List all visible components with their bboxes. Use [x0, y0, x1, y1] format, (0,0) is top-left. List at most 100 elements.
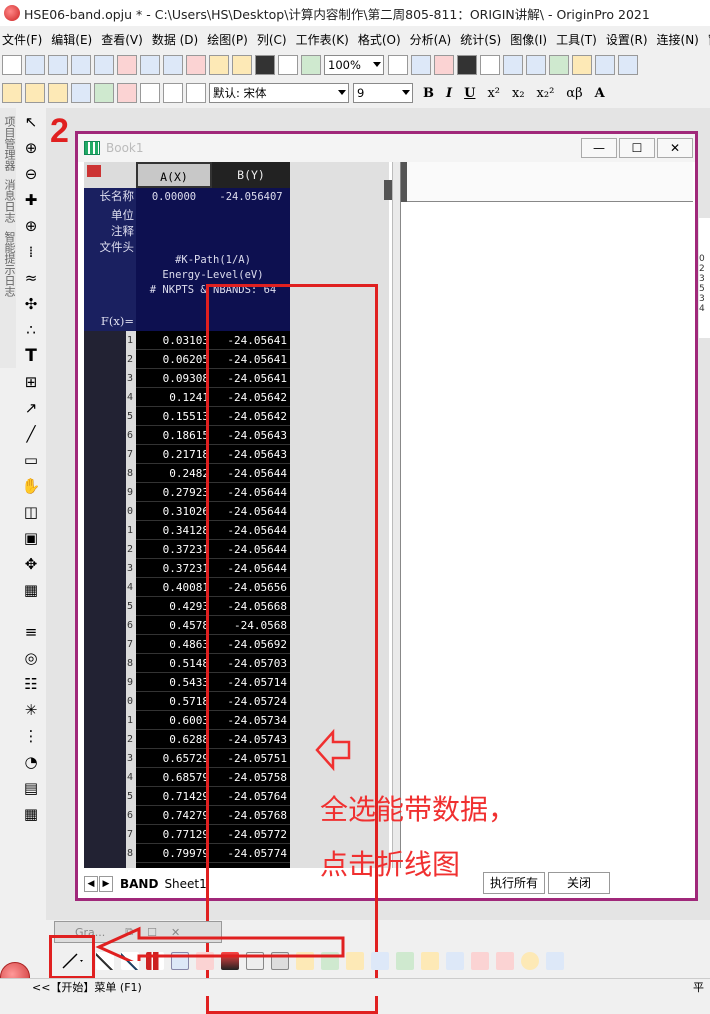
open-icon[interactable] [209, 55, 229, 75]
subscript-button[interactable]: x₂ [512, 86, 525, 101]
color-bar-icon[interactable]: ≡ [19, 620, 43, 644]
cell-b[interactable]: -24.05768 [212, 806, 290, 825]
row-header[interactable]: 8 [84, 464, 136, 483]
row-header[interactable]: 7 [84, 635, 136, 654]
cell-a[interactable]: 0.27923 [136, 483, 212, 502]
row-header[interactable]: 0 [84, 502, 136, 521]
table-row[interactable]: 6 0.74279 -24.05768 [84, 806, 290, 825]
cell-b[interactable]: -24.05644 [212, 559, 290, 578]
row-header[interactable]: 0 [84, 692, 136, 711]
sheet-tab-sheet1[interactable]: Sheet1 [164, 877, 206, 891]
ternary-icon[interactable] [421, 952, 439, 970]
minimize-button[interactable]: — [581, 138, 617, 158]
row-header[interactable]: 6 [84, 426, 136, 445]
find-icon[interactable] [572, 55, 592, 75]
cell-a[interactable]: 0.37231 [136, 559, 212, 578]
next-sheet-button[interactable]: ▶ [99, 876, 113, 892]
multi-panel-icon[interactable] [496, 952, 514, 970]
row-header[interactable]: 7 [84, 825, 136, 844]
draw-data-icon[interactable]: ∴ [19, 318, 43, 342]
menu-file[interactable]: 文件(F) [2, 31, 42, 48]
row-header[interactable]: 2 [84, 350, 136, 369]
recalculate-icon[interactable] [301, 55, 321, 75]
cell-b[interactable]: -24.05774 [212, 863, 290, 868]
underline-button[interactable]: U [464, 86, 475, 101]
cell-a[interactable]: 0.40081 [136, 578, 212, 597]
mask-icon[interactable]: ✣ [19, 292, 43, 316]
cell-a[interactable]: 0.21718 [136, 445, 212, 464]
column-header-a[interactable]: A(X) [136, 162, 212, 188]
data-selector-icon[interactable]: ≈ [19, 266, 43, 290]
import-icon[interactable] [94, 83, 114, 103]
cell-a[interactable]: 0.5148 [136, 654, 212, 673]
cell-b[interactable]: -24.05642 [212, 388, 290, 407]
prev-sheet-button[interactable]: ◀ [84, 876, 98, 892]
cell-a[interactable]: 0.4578 [136, 616, 212, 635]
file-header-cell[interactable]: #K-Path(1/A) Energy-Level(eV) # NKPTS & … [136, 239, 290, 311]
table-row[interactable]: 4 0.40081 -24.05656 [84, 578, 290, 597]
heatmap-icon[interactable] [396, 952, 414, 970]
results-log-icon[interactable] [480, 55, 500, 75]
menu-format[interactable]: 格式(O) [358, 31, 401, 48]
row-header[interactable]: 4 [84, 388, 136, 407]
greek-button[interactable]: αβ [566, 86, 582, 101]
row-header[interactable]: 5 [84, 407, 136, 426]
table-row[interactable]: 8 0.79979 -24.05774 [84, 844, 290, 863]
cell-b[interactable]: -24.05644 [212, 483, 290, 502]
image-plot-icon[interactable] [471, 952, 489, 970]
bold-button[interactable]: B [423, 86, 434, 101]
layer-icon[interactable]: ▦ [19, 578, 43, 602]
row-header[interactable]: 9 [84, 863, 136, 868]
cell-a[interactable]: 0.71429 [136, 787, 212, 806]
menu-view[interactable]: 查看(V) [101, 31, 143, 48]
menu-image[interactable]: 图像(I) [510, 31, 547, 48]
cell-b[interactable]: -24.05758 [212, 768, 290, 787]
table-row[interactable]: 7 0.21718 -24.05643 [84, 445, 290, 464]
cell-b[interactable]: -24.05668 [212, 597, 290, 616]
cell-a[interactable]: 0.77129 [136, 825, 212, 844]
maximize-button[interactable]: ☐ [619, 138, 655, 158]
row-header[interactable]: 2 [84, 730, 136, 749]
insert-table-icon[interactable]: ▣ [19, 526, 43, 550]
move-icon[interactable]: ✥ [19, 552, 43, 576]
add-sheet-icon[interactable] [25, 83, 45, 103]
circle-tool-icon[interactable]: ◎ [19, 646, 43, 670]
table-row[interactable]: 4 0.1241 -24.05642 [84, 388, 290, 407]
new-matrix-icon[interactable] [94, 55, 114, 75]
table-row[interactable]: 0 0.31026 -24.05644 [84, 502, 290, 521]
command-window-icon[interactable] [503, 55, 523, 75]
fx-a[interactable] [136, 311, 212, 331]
menu-plot[interactable]: 绘图(P) [207, 31, 248, 48]
cell-a[interactable]: 0.06205 [136, 350, 212, 369]
3d-scatter-icon[interactable] [371, 952, 389, 970]
table-row[interactable]: 5 0.4293 -24.05668 [84, 597, 290, 616]
row-header[interactable]: 1 [84, 711, 136, 730]
cell-a[interactable]: 0.5433 [136, 673, 212, 692]
text-tool-icon[interactable]: T [19, 344, 43, 368]
open-template-icon[interactable] [232, 55, 252, 75]
cell-b[interactable]: -24.05644 [212, 464, 290, 483]
comments-a[interactable] [136, 223, 212, 239]
project-manager-tab[interactable]: 项目管理器 [1, 116, 17, 171]
row-header[interactable]: 1 [84, 331, 136, 350]
cell-a[interactable]: 0.15513 [136, 407, 212, 426]
cell-a[interactable]: 0.31026 [136, 502, 212, 521]
cell-a[interactable]: 0.74279 [136, 806, 212, 825]
data-reader-icon[interactable]: ⊕ [19, 214, 43, 238]
row-header[interactable]: 6 [84, 806, 136, 825]
sort-icon[interactable] [117, 83, 137, 103]
cell-b[interactable]: -24.05714 [212, 673, 290, 692]
table-row[interactable]: 8 0.5148 -24.05703 [84, 654, 290, 673]
units-b[interactable] [212, 207, 290, 223]
close-button[interactable]: ✕ [657, 138, 693, 158]
units-a[interactable] [136, 207, 212, 223]
cut-icon[interactable] [140, 83, 160, 103]
new-graph-icon[interactable] [71, 55, 91, 75]
bracket-icon[interactable]: ⋮ [19, 724, 43, 748]
long-name-b[interactable]: -24.056407 [212, 188, 290, 207]
color-map-icon[interactable] [446, 952, 464, 970]
cell-a[interactable]: 0.65729 [136, 749, 212, 768]
table-row[interactable]: 8 0.2482 -24.05644 [84, 464, 290, 483]
refresh-icon[interactable] [411, 55, 431, 75]
increase-font-button[interactable]: A [595, 86, 605, 101]
